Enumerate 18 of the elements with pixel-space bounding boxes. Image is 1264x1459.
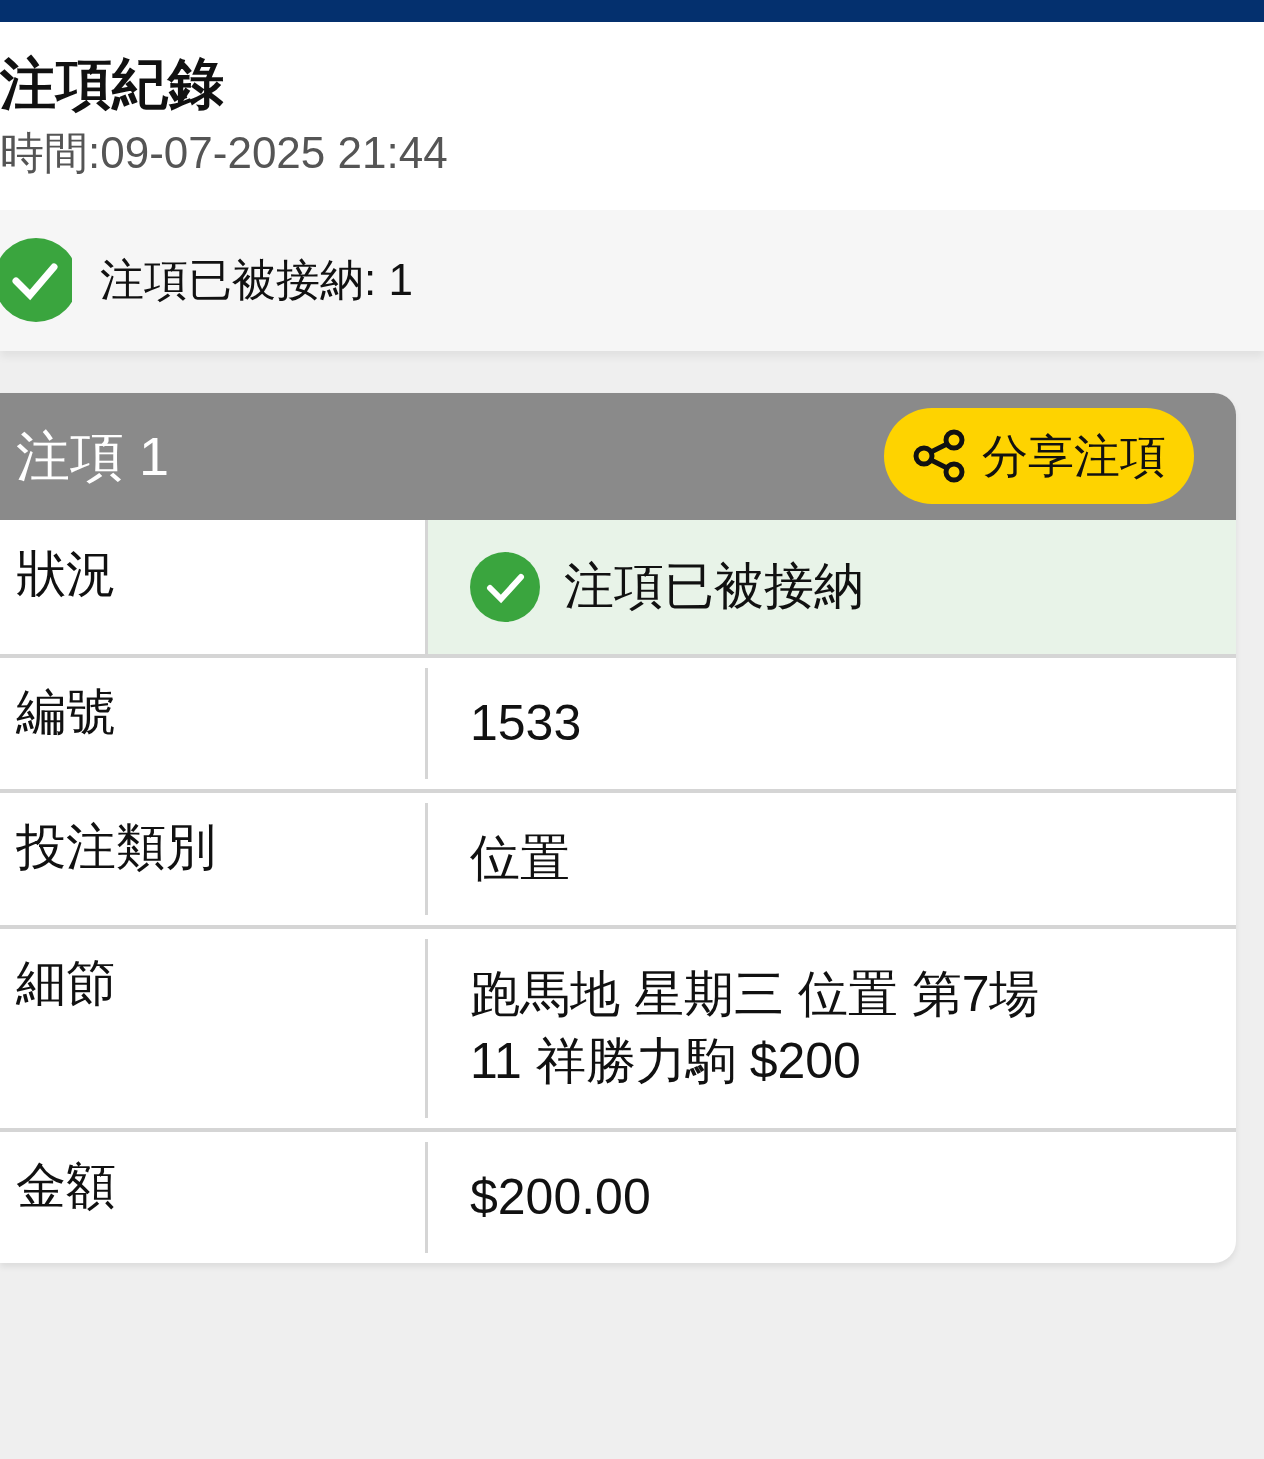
row-value: 跑馬地 星期三 位置 第7場 (470, 965, 1041, 1024)
row-label: 細節 (15, 954, 117, 1013)
status-text: 注項已被接納 (564, 557, 864, 617)
row-label: 編號 (15, 683, 117, 742)
row-label: 金額 (15, 1157, 117, 1216)
row-value: $200.00 (470, 1168, 652, 1227)
row-label: 投注類別 (15, 818, 217, 878)
row-value: 位置 (470, 829, 571, 889)
row-label: 狀況 (15, 545, 117, 604)
bet-time: 時間:09-07-2025 21:44 (0, 127, 449, 180)
share-button[interactable]: 分享注項 (884, 408, 1194, 505)
bet-title: 注項 1 (16, 425, 170, 488)
check-icon (470, 552, 540, 622)
share-icon (912, 429, 966, 484)
page-title: 注項紀錄 (0, 51, 225, 117)
row-value: 1533 (470, 694, 583, 753)
row-value: 11 祥勝力駒 $200 (470, 1032, 862, 1092)
summary-text: 注項已被接納: 1 (100, 254, 413, 307)
